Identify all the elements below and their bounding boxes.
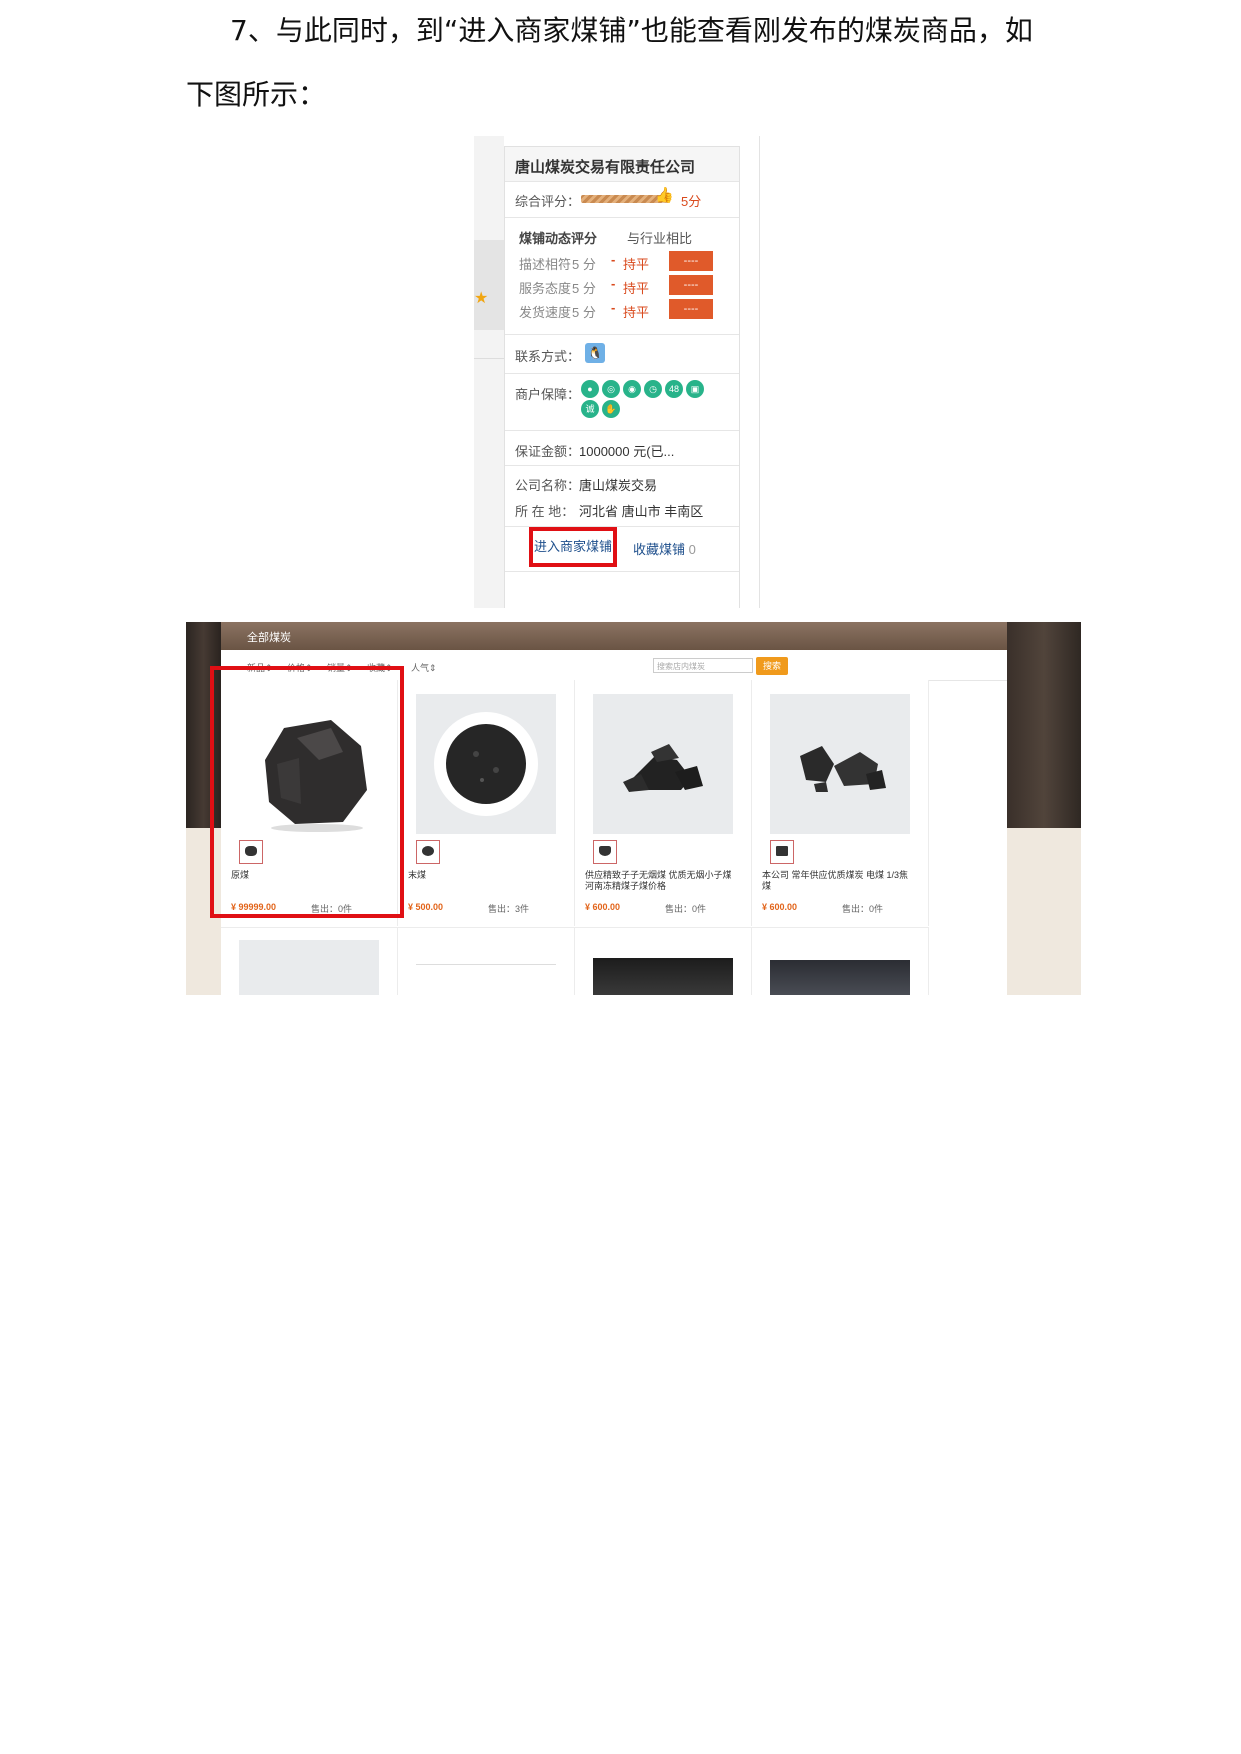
thumbs-up-icon: 👍 bbox=[655, 187, 674, 204]
deposit-label: 保证金额： bbox=[515, 444, 581, 459]
product-thumbnail[interactable] bbox=[770, 840, 794, 864]
rating-label: 发货速度 bbox=[519, 305, 572, 320]
rating-compare-box: ---- bbox=[669, 275, 713, 295]
rating-score: 5 分 bbox=[572, 305, 596, 320]
product-name[interactable]: 供应精致子子无烟煤 优质无烟小子煤 河南冻精煤子煤价格 bbox=[585, 870, 737, 892]
rating-label: 服务态度 bbox=[519, 281, 572, 296]
guarantee-section: 商户保障： ● ◎ ◉ ◷ 48 ▣ 诚 ✋ bbox=[505, 374, 739, 431]
rating-score: 5 分 bbox=[572, 281, 596, 296]
handshake-icon: ✋ bbox=[602, 400, 620, 418]
company-title-section: 唐山煤炭交易有限责任公司 bbox=[505, 146, 739, 182]
product-thumbnail[interactable] bbox=[593, 840, 617, 864]
48h-icon: 48 bbox=[665, 380, 683, 398]
integrity-icon: 诚 bbox=[581, 400, 599, 418]
rating-label: 描述相符 bbox=[519, 257, 572, 272]
company-name-value: 唐山煤炭交易 bbox=[579, 478, 658, 493]
store-header-title[interactable]: 全部煤炭 bbox=[247, 629, 291, 645]
overall-score-label: 综合评分： bbox=[515, 194, 581, 209]
paragraph-line-2: 下图所示： bbox=[186, 78, 327, 111]
rating-minus: - bbox=[611, 276, 616, 291]
product-image bbox=[416, 964, 556, 995]
powder-coal-image bbox=[434, 712, 538, 816]
guarantee-label: 商户保障： bbox=[515, 387, 581, 402]
highlight-frame bbox=[210, 666, 404, 918]
contact-section: 联系方式： 🐧 bbox=[505, 335, 739, 374]
company-info-section: 公司名称： 唐山煤炭交易 所 在 地： 河北省 唐山市 丰南区 bbox=[505, 466, 739, 527]
shop-info-box: 唐山煤炭交易有限责任公司 综合评分： 👍 5分 煤铺动态评分 与行业相比 描述相… bbox=[504, 146, 740, 608]
compare-header: 与行业相比 bbox=[627, 231, 693, 246]
product-card[interactable]: 供应精致子子无烟煤 优质无烟小子煤 河南冻精煤子煤价格 ¥ 600.00 售出：… bbox=[575, 680, 752, 926]
product-price: ¥ 500.00 bbox=[408, 902, 444, 912]
product-card[interactable]: 本公司 常年供应优质煤炭 电煤 1/3焦煤 ¥ 600.00 售出：0件 bbox=[752, 680, 929, 926]
left-strip: ★ bbox=[474, 136, 504, 608]
overall-score-section: 综合评分： 👍 5分 bbox=[505, 181, 739, 218]
product-image bbox=[593, 958, 733, 995]
sort-popularity[interactable]: 人气⇕ bbox=[411, 661, 437, 674]
product-thumbnail[interactable] bbox=[416, 840, 440, 864]
product-image[interactable] bbox=[593, 694, 733, 834]
store-product-grid-screenshot: 全部煤炭 新品⇕ 价格⇕ 销量⇕ 收藏⇕ 人气⇕ 搜索店内煤炭 搜索 原煤 ¥ … bbox=[186, 622, 1081, 995]
shop-info-panel-screenshot: ★ 唐山煤炭交易有限责任公司 综合评分： 👍 5分 煤铺动态评分 与行业相比 描… bbox=[474, 136, 760, 608]
overall-score-value: 5分 bbox=[681, 194, 702, 209]
product-image bbox=[770, 960, 910, 995]
product-sold-count: 售出：0件 bbox=[665, 904, 707, 914]
rating-minus: - bbox=[611, 252, 616, 267]
rating-compare-box: ---- bbox=[669, 299, 713, 319]
product-sold-count: 售出：0件 bbox=[842, 904, 884, 914]
location-icon: ● bbox=[581, 380, 599, 398]
lump-coal-image bbox=[623, 744, 703, 792]
company-title: 唐山煤炭交易有限责任公司 bbox=[515, 159, 696, 176]
rating-compare-box: ---- bbox=[669, 251, 713, 271]
qq-icon[interactable]: 🐧 bbox=[585, 343, 605, 363]
product-name[interactable]: 本公司 常年供应优质煤炭 电煤 1/3焦煤 bbox=[762, 870, 914, 892]
dynamic-rating-header: 煤铺动态评分 bbox=[519, 231, 598, 246]
product-image[interactable] bbox=[770, 694, 910, 834]
product-price: ¥ 600.00 bbox=[585, 902, 621, 912]
camera-icon: ◎ bbox=[602, 380, 620, 398]
favorite-count: 0 bbox=[688, 542, 696, 557]
star-icon: ★ bbox=[474, 290, 489, 307]
clock-icon: ◷ bbox=[644, 380, 662, 398]
favorite-shop-link[interactable]: 收藏煤铺 0 bbox=[633, 539, 696, 558]
steam-coal-image bbox=[800, 746, 886, 792]
dynamic-rating-section: 煤铺动态评分 与行业相比 描述相符 5 分 - 持平 ---- 服务态度 5 分… bbox=[505, 218, 739, 335]
product-card-partial[interactable] bbox=[221, 927, 398, 995]
product-price: ¥ 600.00 bbox=[762, 902, 798, 912]
rating-minus: - bbox=[611, 300, 616, 315]
product-name[interactable]: 末煤 bbox=[408, 870, 560, 881]
rating-level: 持平 bbox=[623, 257, 650, 272]
shop-actions-section: 进入商家煤铺 收藏煤铺 0 bbox=[505, 527, 739, 572]
store-header: 全部煤炭 bbox=[221, 622, 1007, 650]
deposit-value: 1000000 元(已... bbox=[579, 444, 675, 459]
rating-score: 5 分 bbox=[572, 257, 596, 272]
store-search-input[interactable]: 搜索店内煤炭 bbox=[653, 658, 753, 673]
eye-icon: ◉ bbox=[623, 380, 641, 398]
location-label: 所 在 地： bbox=[515, 504, 575, 519]
location-value: 河北省 唐山市 丰南区 bbox=[579, 504, 704, 519]
rating-level: 持平 bbox=[623, 281, 650, 296]
sort-popularity-label: 人气 bbox=[411, 663, 430, 673]
product-card-partial[interactable] bbox=[575, 927, 752, 995]
enter-shop-button[interactable]: 进入商家煤铺 bbox=[529, 527, 617, 567]
contact-label: 联系方式： bbox=[515, 349, 581, 364]
product-card-partial[interactable] bbox=[398, 927, 575, 995]
product-sold-count: 售出：3件 bbox=[488, 904, 530, 914]
product-card[interactable]: 末煤 ¥ 500.00 售出：3件 bbox=[398, 680, 575, 926]
delivery-icon: ▣ bbox=[686, 380, 704, 398]
rating-level: 持平 bbox=[623, 305, 650, 320]
store-search-button[interactable]: 搜索 bbox=[756, 657, 788, 675]
deposit-section: 保证金额： 1000000 元(已... bbox=[505, 431, 739, 466]
company-name-label: 公司名称： bbox=[515, 478, 581, 493]
score-bar bbox=[581, 195, 663, 203]
product-card-partial[interactable] bbox=[752, 927, 929, 995]
paragraph-line-1: 7、与此同时，到“进入商家煤铺”也能查看刚发布的煤炭商品，如 bbox=[230, 14, 1033, 47]
product-image bbox=[239, 940, 379, 995]
favorite-shop-label: 收藏煤铺 bbox=[633, 542, 686, 557]
product-image[interactable] bbox=[416, 694, 556, 834]
